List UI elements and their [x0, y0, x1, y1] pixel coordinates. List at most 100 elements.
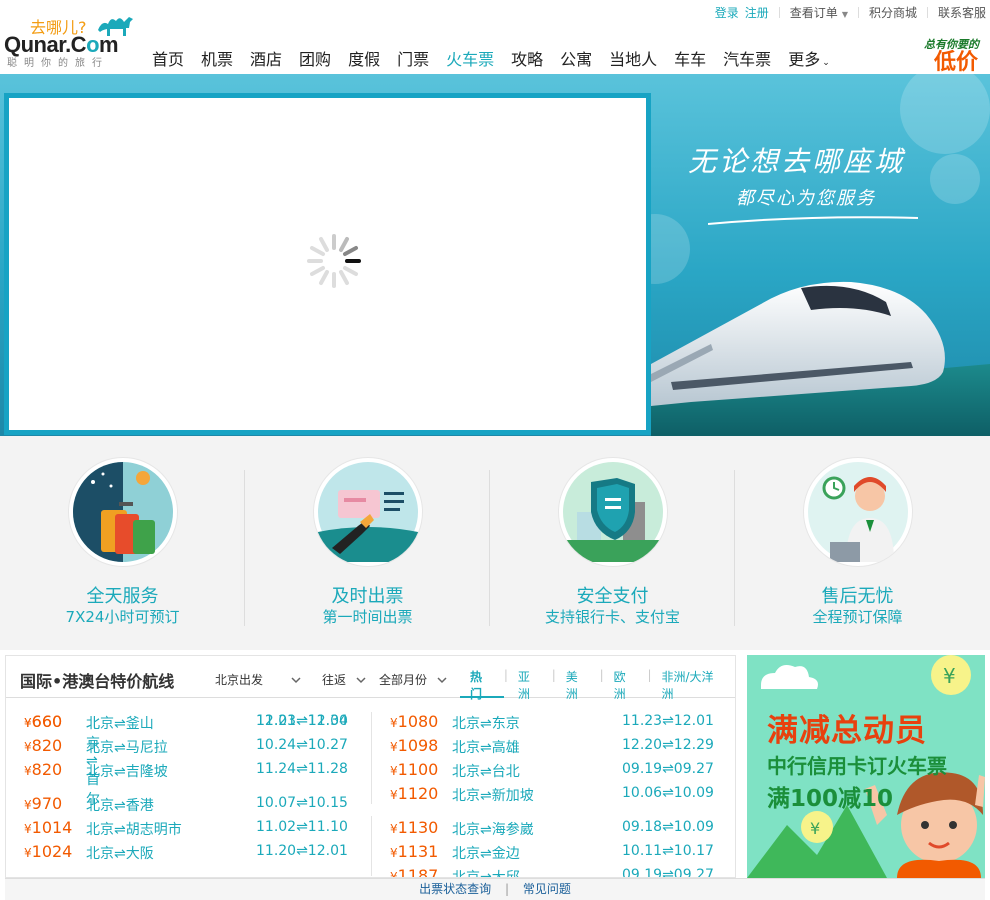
deal-row[interactable]: ¥1120 北京⇌新加坡 10.06⇌10.09	[372, 782, 732, 806]
deal-row[interactable]: ¥970 北京⇌香港 10.07⇌10.15	[6, 792, 366, 816]
nav-item-home[interactable]: 首页	[152, 46, 184, 70]
deal-price: ¥820	[24, 736, 63, 755]
tab-europe[interactable]: 欧洲	[604, 656, 648, 701]
deal-price: ¥1014	[24, 818, 73, 837]
deal-dates: 10.07⇌10.15	[256, 795, 348, 811]
deal-price: ¥660	[24, 712, 63, 731]
deal-dates: 11.23⇌12.01	[622, 713, 714, 729]
deal-price: ¥1024	[24, 842, 73, 861]
feature-strip: 全天服务 7X24小时可预订 及时出票 第一时间出票 安全支付 支持银行卡、支付…	[0, 436, 990, 650]
hero-subline: 都尽心为您服务	[736, 188, 876, 209]
tab-asia[interactable]: 亚洲	[508, 656, 552, 701]
deal-dates: 10.06⇌10.09	[622, 785, 714, 801]
deal-row[interactable]: ¥1098 北京⇌高雄 12.20⇌12.29	[372, 734, 732, 758]
train-search-panel[interactable]	[4, 93, 651, 435]
chevron-down-icon: ⌄	[822, 58, 830, 68]
deal-route: 北京⇌大阪	[86, 846, 154, 862]
tab-africa-oceania[interactable]: 非洲/大洋洲	[652, 656, 736, 701]
deal-route: 北京⇌马尼拉	[86, 740, 168, 756]
deal-row[interactable]: ¥1100 北京⇌台北 09.19⇌09.27	[372, 758, 732, 782]
nav-item-tickets[interactable]: 门票	[397, 46, 429, 70]
deal-row[interactable]: ¥1130 北京⇌海参崴 09.18⇌10.09	[372, 816, 732, 840]
nav-item-apartments[interactable]: 公寓	[560, 46, 592, 70]
promo-line2: 低价	[934, 50, 979, 74]
deal-row[interactable]: ¥1187 北京⇌大邱 09.19⇌09.27	[372, 864, 732, 877]
feature-24h-service: 全天服务 7X24小时可预订	[0, 436, 245, 650]
nav-item-flights[interactable]: 机票	[201, 46, 233, 70]
nav-item-locals[interactable]: 当地人	[609, 46, 657, 70]
deal-row[interactable]: ¥1014 北京⇌胡志明市 11.02⇌11.10	[6, 816, 366, 840]
nav-item-group-buy[interactable]: 团购	[299, 46, 331, 70]
low-price-promo[interactable]: 总有你要的 低价	[924, 36, 990, 74]
nav-item-bus-tickets[interactable]: 汽车票	[723, 46, 771, 70]
deals-title: 国际•港澳台特价航线	[20, 672, 175, 691]
nav-item-cars[interactable]: 车车	[674, 46, 706, 70]
departure-city-select[interactable]: 北京出发	[215, 671, 307, 688]
faq-link[interactable]: 常见问题	[523, 882, 571, 896]
feature-after-sales: 售后无忧 全程预订保障	[735, 436, 980, 650]
deal-row[interactable]: ¥820 北京⇌马尼拉 10.24⇌10.27	[6, 734, 366, 758]
deal-price: ¥1080	[390, 712, 439, 731]
divider	[778, 6, 780, 18]
hero-headline: 无论想去哪座城	[688, 145, 906, 178]
points-mall-link[interactable]: 积分商城	[869, 4, 917, 21]
deal-price: ¥1100	[390, 760, 439, 779]
deal-dates: 11.02⇌11.10	[256, 819, 348, 835]
nav-item-train-tickets[interactable]: 火车票	[446, 46, 494, 70]
nav-item-guides[interactable]: 攻略	[511, 46, 543, 70]
deal-route: 北京⇌吉隆坡	[86, 764, 168, 780]
login-link[interactable]: 登录	[715, 4, 739, 21]
luggage-icon	[73, 462, 173, 562]
deal-column-left: ¥660 北京⇌首尔 11.01⇌11.04 ¥660 北京⇌釜山 12.23⇌12.3…	[6, 710, 366, 864]
deal-dates: 12.23⇌12.30	[256, 713, 348, 729]
ticket-status-link[interactable]: 出票状态查询	[419, 882, 491, 896]
deal-route: 北京⇌香港	[86, 798, 154, 814]
tab-hot[interactable]: 热门	[460, 656, 504, 701]
deal-dates: 10.11⇌10.17	[622, 843, 714, 859]
nav-item-hotels[interactable]: 酒店	[250, 46, 282, 70]
deal-row[interactable]: ¥820 北京⇌吉隆坡 11.24⇌11.28	[6, 758, 366, 782]
feature-icon-circle	[314, 458, 422, 566]
tab-americas[interactable]: 美洲	[556, 656, 600, 701]
deal-row[interactable]: ¥1131 北京⇌金边 10.11⇌10.17	[372, 840, 732, 864]
deal-dates: 11.24⇌11.28	[256, 761, 348, 777]
trip-type-select[interactable]: 往返	[322, 671, 366, 688]
deals-header: 国际•港澳台特价航线 北京出发 往返 全部月份 热门 | 亚洲 | 美洲 | 欧…	[6, 656, 736, 701]
feature-subtitle: 第一时间出票	[322, 608, 413, 626]
feature-icon-circle	[559, 458, 667, 566]
deal-row[interactable]: ¥1024 北京⇌大阪 11.20⇌12.01	[6, 840, 366, 864]
svg-text:¥: ¥	[943, 664, 956, 688]
nav-item-vacation[interactable]: 度假	[348, 46, 380, 70]
deal-row[interactable]: ¥660 北京⇌釜山 12.23⇌12.30	[6, 710, 366, 734]
deal-route: 北京⇌台北	[452, 764, 520, 780]
deal-dates: 11.20⇌12.01	[256, 843, 348, 859]
orders-link[interactable]: 查看订单 ▼	[790, 4, 848, 21]
nav-item-more[interactable]: 更多 ⌄	[788, 46, 830, 70]
deal-price: ¥1130	[390, 818, 439, 837]
chevron-down-icon	[291, 677, 301, 684]
ad-headline: 满减总动员	[767, 713, 927, 749]
site-header: 去哪儿? Qunar.Com 聪明你的旅行 登录 注册 查看订单 ▼ 积分商城 联…	[0, 0, 990, 74]
feature-fast-ticketing: 及时出票 第一时间出票	[245, 436, 490, 650]
feature-secure-payment: 安全支付 支持银行卡、支付宝	[490, 436, 735, 650]
deal-price: ¥970	[24, 794, 63, 813]
intl-deals-panel: 国际•港澳台特价航线 北京出发 往返 全部月份 热门 | 亚洲 | 美洲 | 欧…	[5, 655, 736, 878]
deal-price: ¥1131	[390, 842, 439, 861]
ad-offer: 满100减10	[767, 786, 894, 812]
deal-route: 北京⇌海参崴	[452, 822, 534, 838]
logo-tagline: 聪明你的旅行	[7, 58, 109, 69]
ticket-hand-icon	[318, 462, 418, 562]
deal-price: ¥1120	[390, 784, 439, 803]
register-link[interactable]: 注册	[745, 4, 769, 21]
chevron-down-icon	[437, 677, 447, 684]
feature-icon-circle	[69, 458, 177, 566]
svg-text:¥: ¥	[810, 819, 820, 838]
support-link[interactable]: 联系客服	[938, 4, 986, 21]
month-select[interactable]: 全部月份	[379, 671, 447, 688]
deal-row[interactable]: ¥1080 北京⇌东京 11.23⇌12.01	[372, 710, 732, 734]
deal-dates: 12.20⇌12.29	[622, 737, 714, 753]
qunar-logo[interactable]: 去哪儿? Qunar.Com 聪明你的旅行	[4, 12, 136, 70]
loading-spinner-icon	[307, 234, 361, 288]
credit-card-promo-ad[interactable]: ¥ ¥ 满减总动员 中行信用卡订火车票 满100减10	[747, 655, 985, 878]
